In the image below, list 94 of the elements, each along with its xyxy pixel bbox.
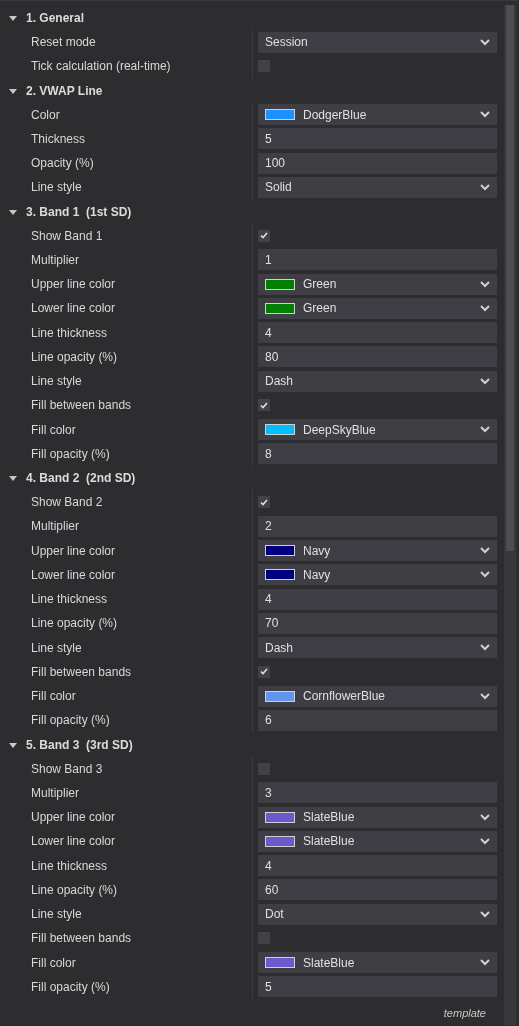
property-label: Show Band 2 bbox=[0, 490, 253, 515]
input-field[interactable]: 6 bbox=[258, 709, 497, 731]
dropdown[interactable]: Session bbox=[258, 31, 497, 53]
property-label: Reset mode bbox=[0, 30, 253, 55]
section-header[interactable]: 2. VWAP Line bbox=[0, 78, 504, 103]
checkbox[interactable] bbox=[258, 229, 270, 242]
chevron-down-icon bbox=[480, 910, 490, 918]
section-header[interactable]: 4. Band 2 (2nd SD) bbox=[0, 466, 504, 490]
checkbox[interactable] bbox=[258, 496, 270, 509]
input-field[interactable]: 100 bbox=[258, 152, 497, 174]
color-dropdown[interactable]: Green bbox=[258, 273, 497, 295]
chevron-down-icon bbox=[480, 571, 490, 579]
property-label: Show Band 3 bbox=[0, 756, 253, 781]
input-field[interactable]: 60 bbox=[258, 879, 497, 901]
property-label: Line style bbox=[0, 369, 253, 394]
color-dropdown[interactable]: CornflowerBlue bbox=[258, 685, 497, 707]
caret-down-icon bbox=[8, 473, 18, 483]
property-label: Upper line color bbox=[0, 538, 253, 563]
input-field[interactable]: 4 bbox=[258, 855, 497, 877]
color-dropdown[interactable]: Navy bbox=[258, 564, 497, 586]
chevron-down-icon bbox=[480, 377, 490, 385]
chevron-down-icon bbox=[480, 644, 490, 652]
property-label: Fill opacity (%) bbox=[0, 441, 253, 466]
property-label: Show Band 1 bbox=[0, 223, 253, 248]
property-label: Multiplier bbox=[0, 514, 253, 539]
checkbox[interactable] bbox=[258, 665, 270, 678]
chevron-down-icon bbox=[480, 183, 490, 191]
scrollbar-thumb[interactable] bbox=[506, 5, 514, 551]
section-header[interactable]: 3. Band 1 (1st SD) bbox=[0, 199, 504, 224]
property-label: Fill between bands bbox=[0, 659, 253, 684]
property-label: Multiplier bbox=[0, 780, 253, 805]
caret-down-icon bbox=[8, 13, 18, 23]
property-label: Line style bbox=[0, 175, 253, 200]
color-dropdown[interactable]: DodgerBlue bbox=[258, 104, 497, 126]
chevron-down-icon bbox=[480, 304, 490, 312]
property-label: Fill between bands bbox=[0, 393, 253, 418]
chevron-down-icon bbox=[480, 280, 490, 288]
chevron-down-icon bbox=[480, 837, 490, 845]
property-label: Lower line color bbox=[0, 296, 253, 321]
input-field[interactable]: 8 bbox=[258, 443, 497, 465]
property-label: Color bbox=[0, 102, 253, 127]
property-label: Fill between bands bbox=[0, 926, 253, 951]
color-dropdown[interactable]: SlateBlue bbox=[258, 806, 497, 828]
template-label: template bbox=[443, 1007, 486, 1019]
dropdown[interactable]: Dash bbox=[258, 370, 497, 392]
property-label: Fill opacity (%) bbox=[0, 708, 253, 733]
property-label: Opacity (%) bbox=[0, 151, 253, 176]
property-label: Upper line color bbox=[0, 272, 253, 297]
property-label: Thickness bbox=[0, 126, 253, 151]
dropdown[interactable]: Solid bbox=[258, 176, 497, 198]
input-field[interactable]: 5 bbox=[258, 976, 497, 998]
property-label: Fill opacity (%) bbox=[0, 974, 253, 999]
property-label: Line opacity (%) bbox=[0, 344, 253, 369]
property-label: Line thickness bbox=[0, 320, 253, 345]
property-label: Line opacity (%) bbox=[0, 877, 253, 902]
color-dropdown[interactable]: Green bbox=[258, 297, 497, 319]
input-field[interactable]: 4 bbox=[258, 588, 497, 610]
section-header[interactable]: 1. General bbox=[0, 6, 504, 30]
chevron-down-icon bbox=[480, 959, 490, 967]
chevron-down-icon bbox=[480, 813, 490, 821]
input-field[interactable]: 70 bbox=[258, 612, 497, 634]
input-field[interactable]: 80 bbox=[258, 346, 497, 368]
color-dropdown[interactable]: Navy bbox=[258, 540, 497, 562]
input-field[interactable]: 5 bbox=[258, 128, 497, 150]
section-header[interactable]: 5. Band 3 (3rd SD) bbox=[0, 732, 504, 757]
input-field[interactable]: 3 bbox=[258, 782, 497, 804]
property-label: Upper line color bbox=[0, 805, 253, 830]
property-label: Fill color bbox=[0, 417, 253, 442]
dropdown[interactable]: Dash bbox=[258, 637, 497, 659]
color-dropdown[interactable]: SlateBlue bbox=[258, 952, 497, 974]
property-label: Line thickness bbox=[0, 587, 253, 612]
property-label: Line opacity (%) bbox=[0, 611, 253, 636]
color-dropdown[interactable]: SlateBlue bbox=[258, 830, 497, 852]
chevron-down-icon bbox=[480, 547, 490, 555]
property-label: Fill color bbox=[0, 684, 253, 709]
property-label: Multiplier bbox=[0, 247, 253, 272]
scrollbar[interactable] bbox=[504, 5, 516, 1025]
color-dropdown[interactable]: DeepSkyBlue bbox=[258, 419, 497, 441]
property-label: Line style bbox=[0, 635, 253, 660]
property-label: Line style bbox=[0, 902, 253, 927]
property-label: Fill color bbox=[0, 950, 253, 975]
property-label: Line thickness bbox=[0, 853, 253, 878]
property-label: Tick calculation (real-time) bbox=[0, 54, 253, 79]
chevron-down-icon bbox=[480, 111, 490, 119]
chevron-down-icon bbox=[480, 38, 490, 46]
chevron-down-icon bbox=[480, 426, 490, 434]
dropdown[interactable]: Dot bbox=[258, 903, 497, 925]
input-field[interactable]: 1 bbox=[258, 249, 497, 271]
input-field[interactable]: 4 bbox=[258, 322, 497, 344]
property-label: Lower line color bbox=[0, 562, 253, 587]
property-label: Lower line color bbox=[0, 829, 253, 854]
input-field[interactable]: 2 bbox=[258, 515, 497, 537]
chevron-down-icon bbox=[480, 692, 490, 700]
checkbox[interactable] bbox=[258, 399, 270, 412]
